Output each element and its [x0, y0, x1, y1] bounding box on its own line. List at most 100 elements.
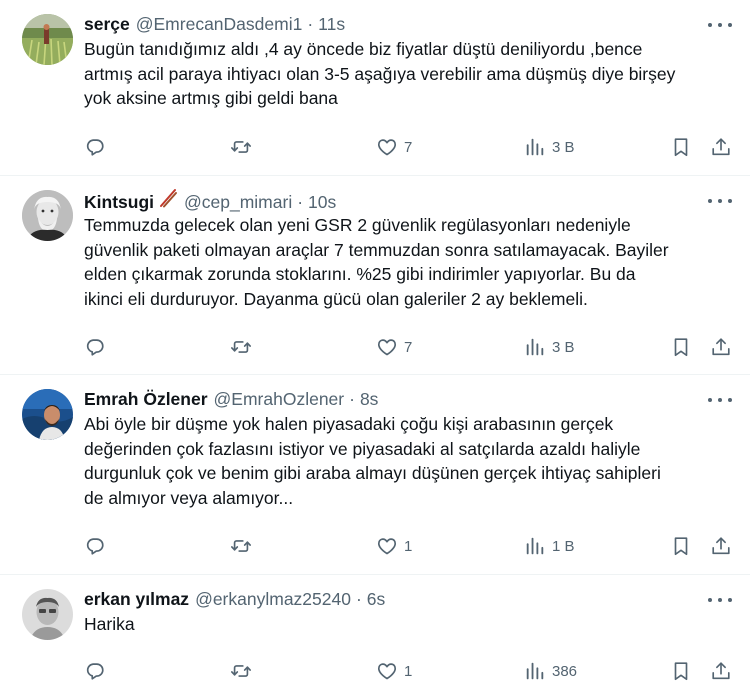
reply-button[interactable]: [84, 333, 106, 361]
like-button[interactable]: 7: [376, 133, 412, 161]
retweet-icon: [230, 660, 252, 682]
bookmark-button[interactable]: [670, 133, 692, 161]
views-button[interactable]: 386: [524, 657, 577, 685]
tweet-text-line: değerinden çok fazlasını istiyor ve piya…: [84, 438, 641, 459]
timestamp[interactable]: 11s: [318, 12, 345, 36]
tweet-text-line: de almıyor veya alamıyor...: [84, 487, 294, 508]
timestamp[interactable]: 6s: [367, 587, 385, 611]
tweet-1[interactable]: serçe @EmrecanDasdemi1 · 11s Bugün tanıd…: [0, 0, 750, 176]
share-icon: [710, 136, 732, 158]
bookmark-button[interactable]: [670, 333, 692, 361]
like-icon: [376, 535, 398, 557]
share-icon: [710, 336, 732, 358]
retweet-icon: [230, 136, 252, 158]
user-handle[interactable]: @EmrecanDasdemi1: [136, 12, 303, 36]
bookmark-button[interactable]: [670, 657, 692, 685]
like-count: 1: [404, 537, 413, 555]
tweet-actions: 1 386: [84, 657, 732, 685]
more-icon[interactable]: [708, 194, 732, 208]
separator-dot: ·: [307, 14, 314, 34]
share-button[interactable]: [710, 133, 732, 161]
reply-feed: serçe @EmrecanDasdemi1 · 11s Bugün tanıd…: [0, 0, 750, 695]
tweet-3[interactable]: Emrah Özlener @EmrahOzlener · 8s Abi öyl…: [0, 375, 750, 575]
retweet-button[interactable]: [230, 532, 252, 560]
separator-dot: ·: [297, 192, 304, 212]
like-count: 1: [404, 662, 413, 680]
tweet-2[interactable]: Kintsugi @cep_mimari · 10s Temmuzda gele…: [0, 176, 750, 375]
share-icon: [710, 660, 732, 682]
bookmark-icon: [670, 336, 692, 358]
views-icon: [524, 336, 546, 358]
like-icon: [376, 336, 398, 358]
views-count: 1 B: [552, 537, 575, 555]
tweet-header: serçe @EmrecanDasdemi1 · 11s: [84, 12, 734, 36]
bookmark-icon: [670, 660, 692, 682]
reply-button[interactable]: [84, 532, 106, 560]
tweet-text: Bugün tanıdığımız aldı ,4 ay öncede biz …: [84, 37, 734, 111]
views-count: 386: [552, 662, 578, 680]
like-icon: [376, 136, 398, 158]
reply-button[interactable]: [84, 133, 106, 161]
tweet-header: Kintsugi @cep_mimari · 10s: [84, 188, 734, 212]
like-button[interactable]: 7: [376, 333, 412, 361]
tweet-text-line: Temmuzda gelecek olan yeni GSR 2 güvenli…: [84, 215, 631, 235]
retweet-icon: [230, 535, 252, 557]
tweet-header: Emrah Özlener @EmrahOzlener · 8s: [84, 387, 734, 411]
tweet-text-line: yok aksine artmış gibi geldi bana: [84, 88, 338, 108]
like-count: 7: [404, 338, 413, 356]
reply-icon: [84, 336, 106, 358]
bookmark-button[interactable]: [670, 532, 692, 560]
like-button[interactable]: 1: [376, 657, 412, 685]
timestamp[interactable]: 8s: [360, 387, 378, 411]
avatar[interactable]: [22, 14, 73, 65]
avatar[interactable]: [22, 389, 73, 440]
chopsticks-emoji-icon: [160, 189, 177, 208]
tweet-header: erkan yılmaz @erkanylmaz25240 · 6s: [84, 587, 734, 611]
views-icon: [524, 535, 546, 557]
tweet-text: Abi öyle bir düşme yok halen piyasadaki …: [84, 412, 734, 510]
reply-icon: [84, 136, 106, 158]
retweet-button[interactable]: [230, 657, 252, 685]
reply-icon: [84, 660, 106, 682]
avatar[interactable]: [22, 190, 73, 241]
views-button[interactable]: 3 B: [524, 133, 575, 161]
display-name[interactable]: serçe: [84, 12, 130, 36]
user-handle[interactable]: @cep_mimari: [184, 190, 292, 214]
avatar-portrait-photo: [22, 389, 73, 440]
views-icon: [524, 136, 546, 158]
separator-dot: ·: [349, 389, 355, 409]
tweet-text: Harika: [84, 612, 734, 637]
user-handle[interactable]: @erkanylmaz25240: [195, 587, 351, 611]
share-button[interactable]: [710, 333, 732, 361]
avatar[interactable]: [22, 589, 73, 640]
retweet-button[interactable]: [230, 133, 252, 161]
bookmark-icon: [670, 535, 692, 557]
tweet-text-line: elden çıkarmak zorunda stoklarını. %25 g…: [84, 264, 636, 284]
share-button[interactable]: [710, 657, 732, 685]
user-handle[interactable]: @EmrahOzlener: [214, 387, 345, 411]
display-name[interactable]: Emrah Özlener: [84, 387, 208, 411]
more-icon[interactable]: [708, 593, 732, 607]
display-name[interactable]: Kintsugi: [84, 190, 154, 214]
avatar-grass-photo: [22, 14, 73, 65]
views-button[interactable]: 3 B: [524, 333, 575, 361]
more-icon[interactable]: [708, 18, 732, 32]
timestamp[interactable]: 10s: [308, 190, 336, 214]
avatar-portrait-photo: [22, 589, 73, 640]
tweet-4[interactable]: erkan yılmaz @erkanylmaz25240 · 6s Harik…: [0, 575, 750, 695]
reply-button[interactable]: [84, 657, 106, 685]
more-icon[interactable]: [708, 393, 732, 407]
tweet-text-line: artmış acil paraya ihtiyacı olan 3-5 aşa…: [84, 63, 676, 84]
retweet-button[interactable]: [230, 333, 252, 361]
views-button[interactable]: 1 B: [524, 532, 575, 560]
reply-icon: [84, 535, 106, 557]
views-count: 3 B: [552, 338, 575, 356]
like-button[interactable]: 1: [376, 532, 412, 560]
views-icon: [524, 660, 546, 682]
share-button[interactable]: [710, 532, 732, 560]
display-name[interactable]: erkan yılmaz: [84, 587, 189, 611]
separator-dot: ·: [355, 589, 362, 609]
like-count: 7: [404, 138, 413, 156]
tweet-text-line: durgunluk çok ve benim gibi araba almayı…: [84, 463, 661, 483]
tweet-actions: 7 3 B: [84, 333, 732, 361]
